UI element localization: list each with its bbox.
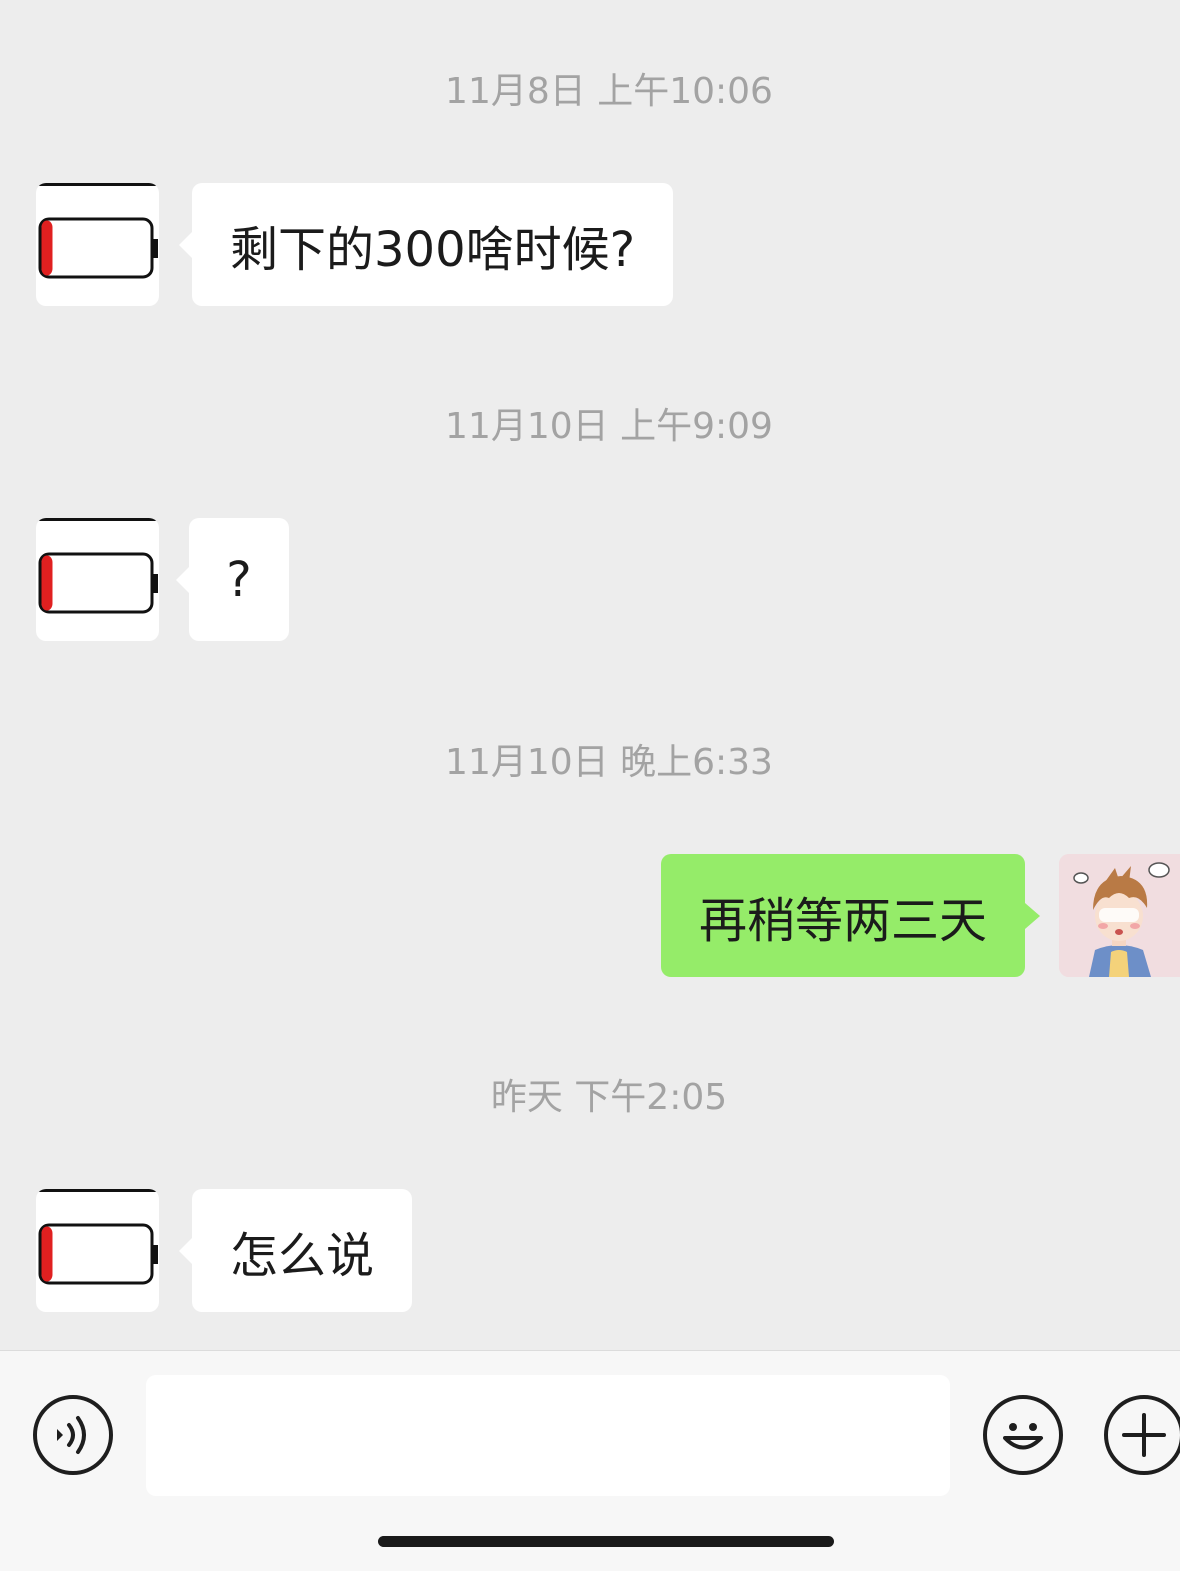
low-battery-icon <box>36 183 159 279</box>
plus-icon <box>1122 1413 1166 1457</box>
more-button[interactable] <box>1104 1395 1180 1475</box>
timestamp: 昨天 下午2:05 <box>490 1077 728 1118</box>
input-bar <box>0 1350 1180 1571</box>
message-text: 剩下的300啥时候? <box>230 221 636 278</box>
message-text: 再稍等两三天 <box>698 892 987 949</box>
message-text: 怎么说 <box>230 1227 375 1284</box>
voice-icon <box>57 1416 86 1454</box>
contact-avatar[interactable] <box>36 518 159 641</box>
voice-button[interactable] <box>33 1395 113 1475</box>
low-battery-icon <box>36 1189 159 1285</box>
timestamp: 11月8日 上午10:06 <box>445 71 773 112</box>
emoji-icon <box>1003 1423 1043 1450</box>
contact-avatar[interactable] <box>36 1189 159 1312</box>
message-text: ? <box>226 551 252 608</box>
timestamp: 11月10日 晚上6:33 <box>445 742 773 783</box>
contact-avatar[interactable] <box>36 183 159 306</box>
message-bubble-incoming[interactable]: 怎么说 <box>178 1189 413 1312</box>
home-indicator <box>378 1536 834 1547</box>
timestamp: 11月10日 上午9:09 <box>445 406 773 447</box>
low-battery-icon <box>36 518 159 614</box>
emoji-button[interactable] <box>983 1395 1063 1475</box>
message-bubble-incoming[interactable]: ? <box>176 518 289 641</box>
message-input[interactable] <box>146 1375 950 1496</box>
message-bubble-incoming[interactable]: 剩下的300啥时候? <box>178 183 674 306</box>
cartoon-boy-avatar <box>1059 854 1180 977</box>
message-bubble-outgoing[interactable]: 再稍等两三天 <box>660 854 1041 977</box>
self-avatar[interactable] <box>1059 854 1180 977</box>
chat-area[interactable]: 11月8日 上午10:06 剩下的300啥时候? 11月10日 上午9:09 ?… <box>0 0 1180 1350</box>
